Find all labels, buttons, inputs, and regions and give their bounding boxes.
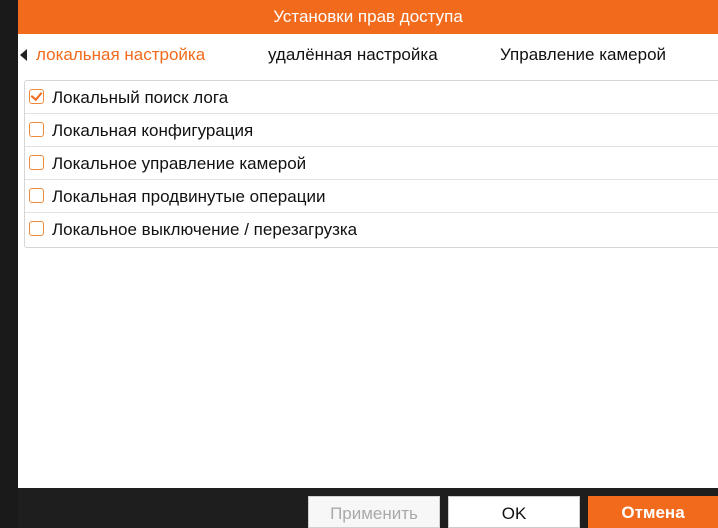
permission-label: Локальный поиск лога [52,88,229,107]
apply-button[interactable]: Применить [308,496,440,528]
permission-row-shutdown-reboot[interactable]: Локальное выключение / перезагрузка [25,213,718,246]
tab-local-settings[interactable]: локальная настройка [36,34,205,76]
permission-checkbox[interactable] [29,155,44,170]
permission-label: Локальное выключение / перезагрузка [52,220,358,239]
cancel-button[interactable]: Отмена [588,496,718,528]
tab-bar: локальная настройка удалённая настройка … [18,34,718,76]
permission-row-camera-control[interactable]: Локальное управление камерой [25,147,718,180]
ok-button[interactable]: OK [448,496,580,528]
dialog-footer: Применить OK Отмена [18,488,718,528]
checkmark-icon [30,88,43,102]
tab-camera-control[interactable]: Управление камерой [500,34,666,76]
permission-checkbox[interactable] [29,221,44,236]
permission-label: Локальное управление камерой [52,154,307,173]
access-rights-dialog: Установки прав доступа локальная настрой… [18,0,718,528]
caret-left-icon[interactable] [20,49,27,61]
permissions-list: Локальный поиск лога Локальная конфигура… [24,80,718,248]
permission-checkbox[interactable] [29,88,44,104]
permission-row-advanced-operations[interactable]: Локальная продвинутые операции [25,180,718,213]
dialog-title: Установки прав доступа [18,0,718,34]
permission-row-log-search[interactable]: Локальный поиск лога [25,81,718,114]
permission-checkbox[interactable] [29,188,44,203]
permission-checkbox[interactable] [29,122,44,137]
tab-remote-settings[interactable]: удалённая настройка [268,34,438,76]
permission-label: Локальная продвинутые операции [52,187,326,206]
permission-row-configuration[interactable]: Локальная конфигурация [25,114,718,147]
permission-label: Локальная конфигурация [52,121,254,140]
